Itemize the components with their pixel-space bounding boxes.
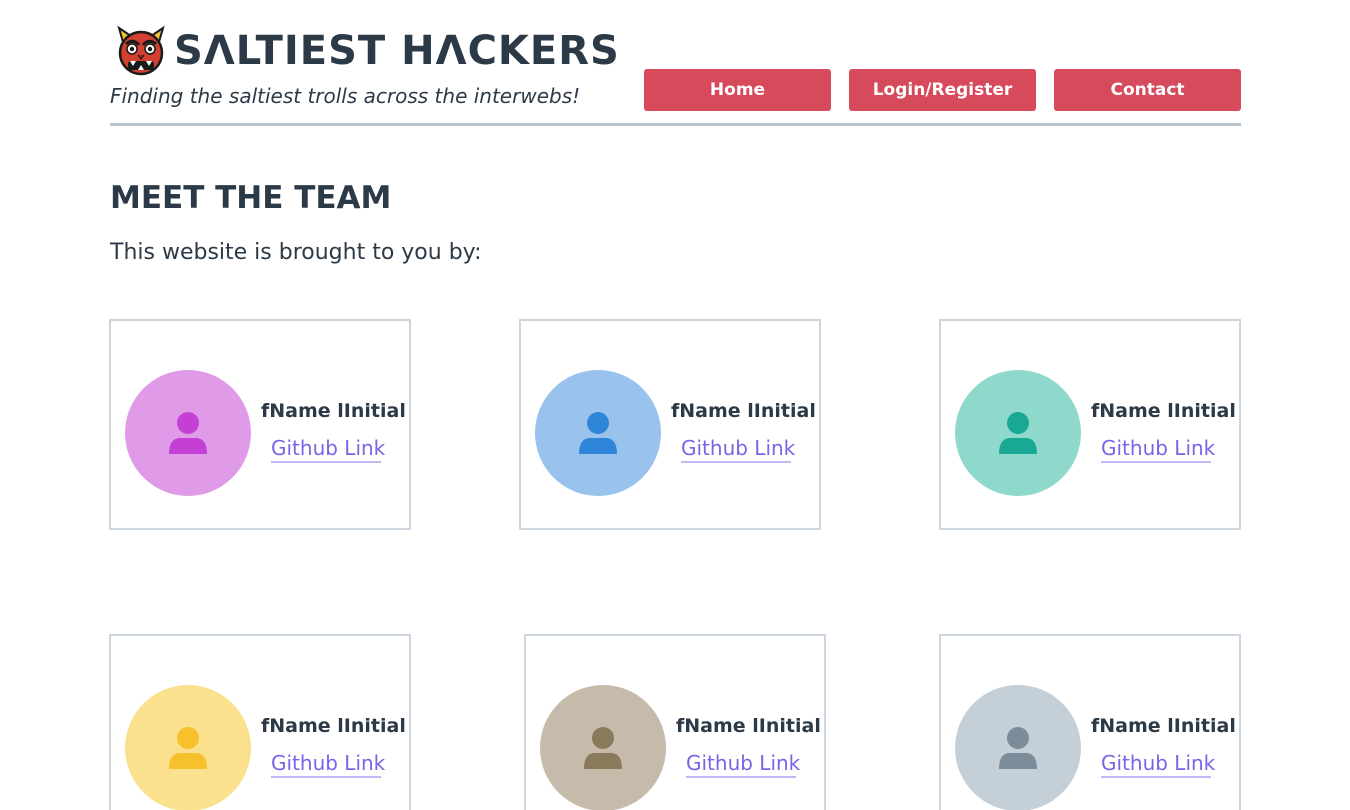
team-card: fName lInitial Github Link [939,634,1241,810]
github-link[interactable]: Github Link [271,750,385,778]
avatar [955,685,1081,810]
page-title: MEET THE TEAM [110,180,392,216]
user-icon [584,727,622,769]
github-link[interactable]: Github Link [271,435,385,463]
team-card: fName lInitial Github Link [109,319,411,530]
header-divider [110,123,1241,126]
member-name: fName lInitial [1091,715,1236,737]
page: SΛLTIEST HΛCKERS Finding the saltiest tr… [0,0,1350,810]
user-icon [999,412,1037,454]
member-name: fName lInitial [261,715,406,737]
nav-home-button[interactable]: Home [644,69,831,111]
avatar [125,370,251,496]
site-header: SΛLTIEST HΛCKERS Finding the saltiest tr… [110,0,1241,127]
github-link[interactable]: Github Link [686,750,800,778]
team-card: fName lInitial Github Link [939,319,1241,530]
avatar [540,685,666,810]
user-icon [999,727,1037,769]
user-icon [579,412,617,454]
nav-login-register-button[interactable]: Login/Register [849,69,1036,111]
intro-text: This website is brought to you by: [110,240,482,265]
site-title[interactable]: SΛLTIEST HΛCKERS [174,27,620,75]
avatar [125,685,251,810]
member-name: fName lInitial [671,400,816,422]
user-icon [169,412,207,454]
oni-mask-icon[interactable] [115,24,167,76]
site-tagline: Finding the saltiest trolls across the i… [110,84,581,108]
member-name: fName lInitial [261,400,406,422]
avatar [535,370,661,496]
github-link[interactable]: Github Link [1101,435,1215,463]
member-name: fName lInitial [676,715,821,737]
avatar [955,370,1081,496]
team-card: fName lInitial Github Link [519,319,821,530]
github-link[interactable]: Github Link [681,435,795,463]
github-link[interactable]: Github Link [1101,750,1215,778]
user-icon [169,727,207,769]
nav-contact-button[interactable]: Contact [1054,69,1241,111]
team-card: fName lInitial Github Link [109,634,411,810]
team-card: fName lInitial Github Link [524,634,826,810]
member-name: fName lInitial [1091,400,1236,422]
